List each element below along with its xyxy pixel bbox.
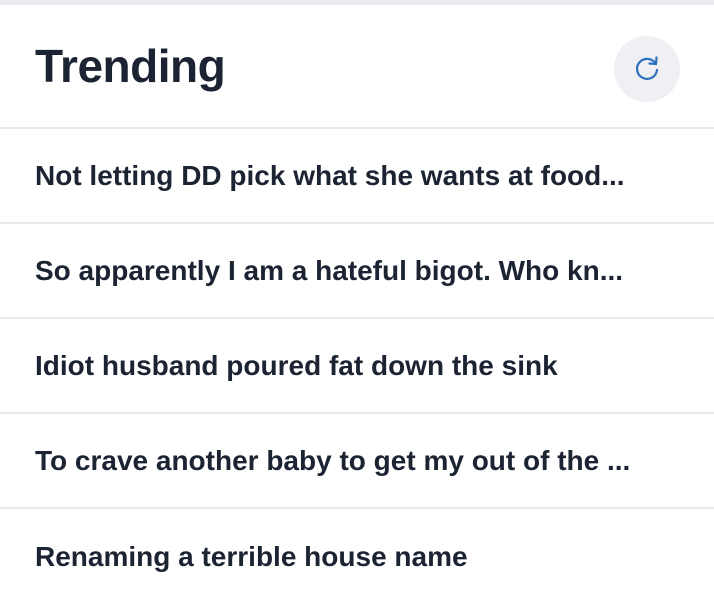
trending-item-title: Idiot husband poured fat down the sink <box>35 349 558 381</box>
trending-header: Trending <box>0 5 714 129</box>
trending-item-title: Not letting DD pick what she wants at fo… <box>35 159 625 191</box>
refresh-icon <box>635 56 659 80</box>
trending-item-title: To crave another baby to get my out of t… <box>35 444 631 476</box>
refresh-button[interactable] <box>614 36 680 102</box>
trending-list: Not letting DD pick what she wants at fo… <box>0 129 714 604</box>
trending-item[interactable]: Idiot husband poured fat down the sink <box>0 319 714 414</box>
trending-item-title: Renaming a terrible house name <box>35 540 468 572</box>
trending-panel: Trending Not letting DD pick what she wa… <box>0 5 714 604</box>
trending-item-title: So apparently I am a hateful bigot. Who … <box>35 254 624 286</box>
trending-item[interactable]: To crave another baby to get my out of t… <box>0 414 714 509</box>
trending-item[interactable]: Not letting DD pick what she wants at fo… <box>0 129 714 224</box>
trending-title: Trending <box>35 40 226 92</box>
trending-item[interactable]: Renaming a terrible house name <box>0 509 714 604</box>
trending-item[interactable]: So apparently I am a hateful bigot. Who … <box>0 224 714 319</box>
